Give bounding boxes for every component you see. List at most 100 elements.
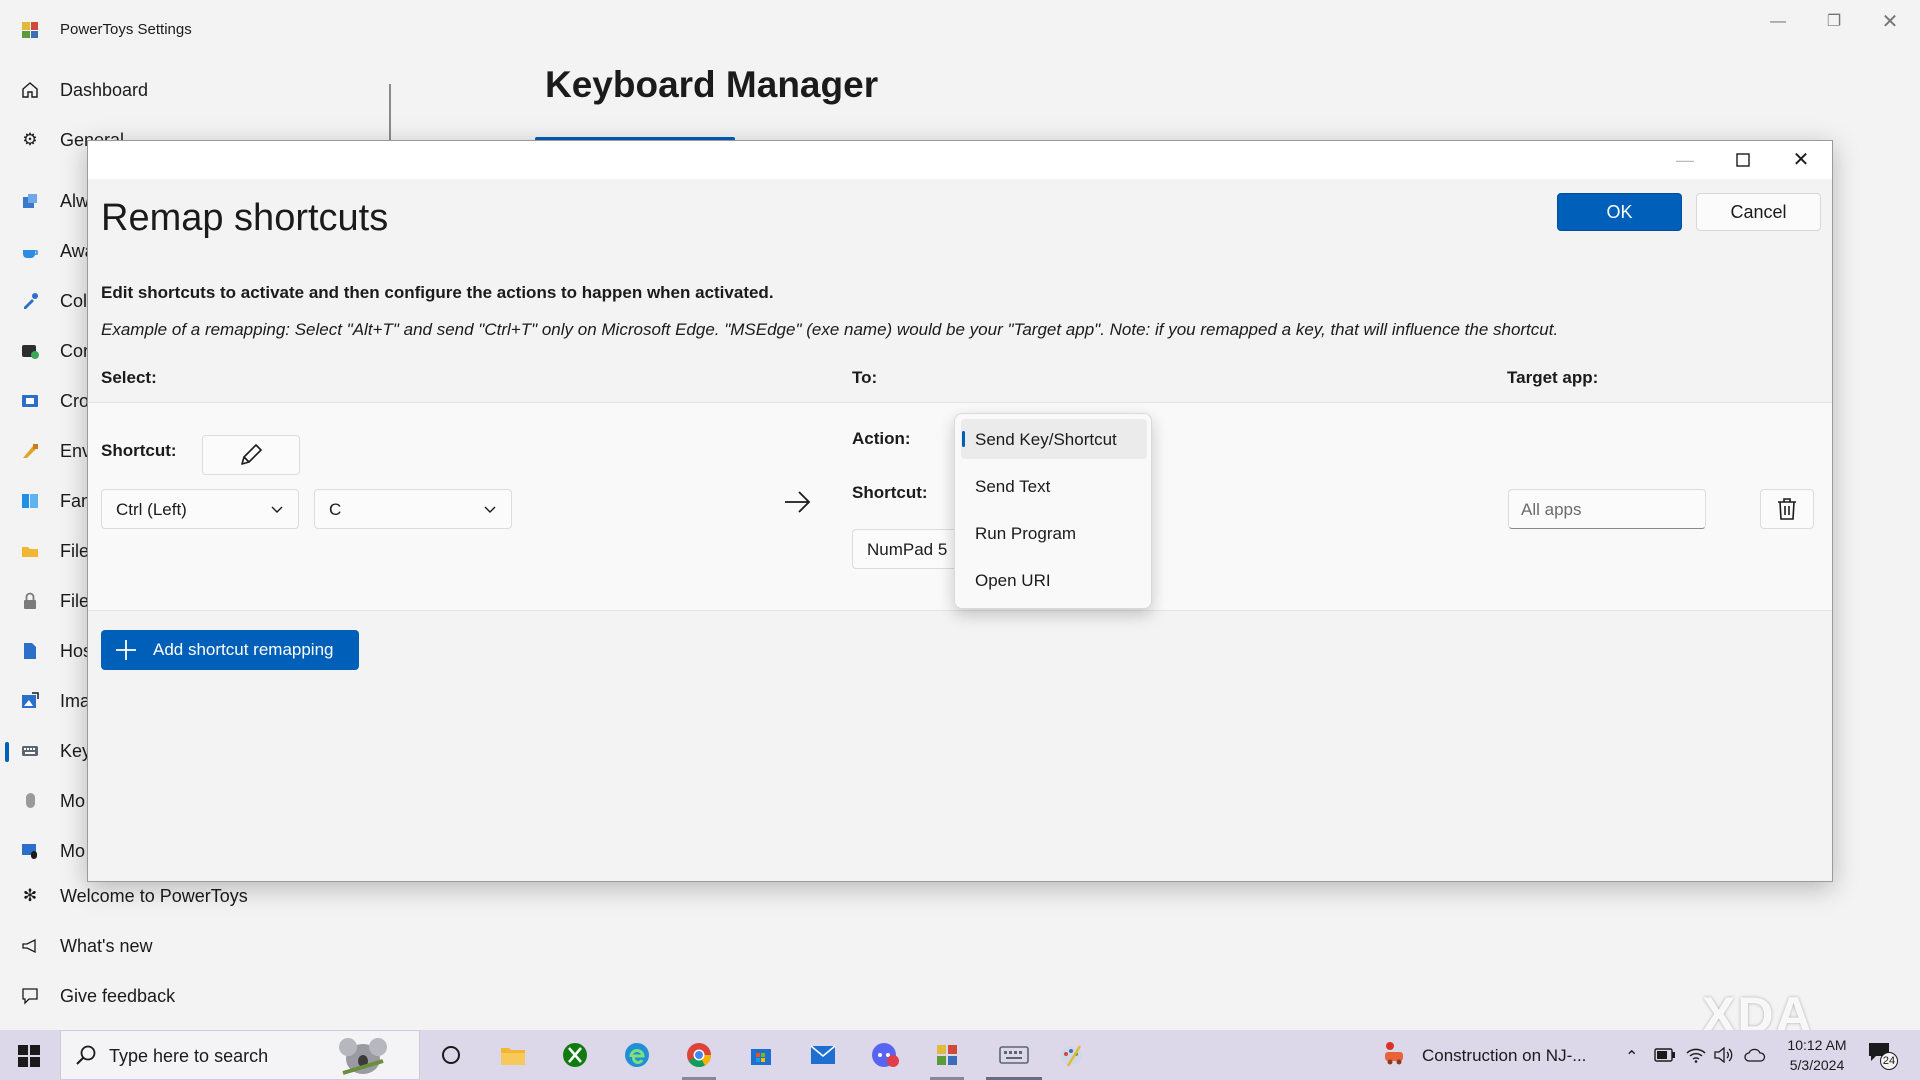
restore-button[interactable]: ❐ <box>1811 6 1857 38</box>
fancyzones-icon <box>20 491 40 511</box>
clock-date: 5/3/2024 <box>1789 1057 1845 1073</box>
mail-icon[interactable] <box>808 1040 838 1070</box>
wifi-icon[interactable] <box>1686 1047 1706 1063</box>
taskbar-search-box[interactable]: Type here to search <box>60 1030 420 1080</box>
sidebar-item-label: File <box>60 590 90 611</box>
sidebar-item-label: Col <box>60 290 88 311</box>
dialog-description: Edit shortcuts to activate and then conf… <box>101 283 774 302</box>
home-icon <box>20 80 40 100</box>
windows-start-icon[interactable] <box>18 1045 40 1067</box>
chevron-down-icon <box>484 506 496 513</box>
sidebar-item-whats-new[interactable]: What's new <box>0 926 380 966</box>
koala-search-highlight-icon <box>339 1038 387 1075</box>
trash-icon <box>1778 498 1796 520</box>
plus-icon <box>116 640 136 660</box>
sidebar-item-welcome[interactable]: ✻ Welcome to PowerToys <box>0 876 380 916</box>
powertoys-logo-icon <box>22 22 38 38</box>
keyboard-manager-taskbar-icon[interactable] <box>994 1040 1034 1070</box>
remap-shortcuts-dialog: — ✕ Remap shortcuts OK Cancel Edit short… <box>87 140 1833 882</box>
powertoys-taskbar-icon[interactable] <box>932 1040 962 1070</box>
modifier-key-value: Ctrl (Left) <box>116 500 187 519</box>
dialog-close-button[interactable]: ✕ <box>1772 141 1830 179</box>
microsoft-store-icon[interactable] <box>746 1040 776 1070</box>
notification-center-button[interactable]: 24 <box>1868 1042 1898 1070</box>
target-app-input[interactable]: All apps <box>1508 489 1706 529</box>
task-view-icon[interactable] <box>436 1040 466 1070</box>
megaphone-icon <box>20 936 40 956</box>
file-explorer-icon[interactable] <box>498 1040 528 1070</box>
image-resizer-icon <box>20 691 40 711</box>
clock[interactable]: 10:12 AM 5/3/2024 <box>1782 1035 1852 1075</box>
dialog-title: Remap shortcuts <box>101 197 389 239</box>
dialog-example: Example of a remapping: Select "Alt+T" a… <box>101 320 1559 339</box>
column-header-select: Select: <box>101 368 157 387</box>
welcome-icon: ✻ <box>22 886 38 905</box>
close-button[interactable]: ✕ <box>1867 6 1913 38</box>
xbox-icon[interactable] <box>560 1040 590 1070</box>
taskbar: Type here to search Construction on NJ-.… <box>0 1030 1920 1080</box>
sidebar-item-label: Dashboard <box>60 79 149 100</box>
dialog-minimize-button[interactable]: — <box>1656 141 1714 179</box>
arrow-right-icon <box>785 491 811 513</box>
clock-time: 10:12 AM <box>1787 1037 1847 1053</box>
sidebar-item-label: Give feedback <box>60 985 176 1006</box>
crop-and-lock-icon <box>20 391 40 411</box>
app-title: PowerToys Settings <box>60 21 192 38</box>
action-option-run-program[interactable]: Run Program <box>961 513 1147 553</box>
sidebar-item-label: File <box>60 540 90 561</box>
column-header-target-app: Target app: <box>1507 368 1599 387</box>
sidebar-item-label: Alw <box>60 190 90 211</box>
sidebar-item-label: Mo <box>60 790 86 811</box>
news-widget-text[interactable]: Construction on NJ-... <box>1422 1046 1586 1066</box>
hosts-file-editor-icon <box>20 641 40 661</box>
search-icon <box>76 1045 96 1065</box>
notification-count-badge: 24 <box>1880 1052 1898 1070</box>
action-option-send-key-shortcut[interactable]: Send Key/Shortcut <box>961 419 1147 459</box>
sidebar-item-give-feedback[interactable]: Give feedback <box>0 976 380 1016</box>
main-titlebar: PowerToys Settings — ❐ ✕ <box>0 0 1920 56</box>
sidebar-selection-indicator <box>5 742 9 762</box>
page-title: Keyboard Manager <box>545 64 879 105</box>
battery-icon[interactable] <box>1654 1048 1676 1062</box>
file-locksmith-icon <box>20 591 40 611</box>
sidebar-item-label: Ima <box>60 690 91 711</box>
ok-button[interactable]: OK <box>1557 193 1682 231</box>
sidebar-divider <box>389 84 391 142</box>
modifier-key-select[interactable]: Ctrl (Left) <box>101 489 299 529</box>
shortcut-label: Shortcut: <box>101 441 177 460</box>
chevron-down-icon <box>271 506 283 513</box>
command-not-found-icon <box>20 341 40 361</box>
action-label: Action: <box>852 429 911 448</box>
delete-row-button[interactable] <box>1760 489 1814 529</box>
show-hidden-icons-chevron-icon[interactable]: ⌃ <box>1625 1047 1638 1067</box>
edge-browser-icon[interactable] <box>622 1040 652 1070</box>
add-shortcut-remapping-button[interactable]: Add shortcut remapping <box>101 630 359 670</box>
edit-shortcut-button[interactable] <box>202 435 300 475</box>
action-option-send-text[interactable]: Send Text <box>961 466 1147 506</box>
gear-icon: ⚙ <box>22 130 38 149</box>
volume-icon[interactable] <box>1714 1047 1734 1063</box>
onedrive-cloud-icon[interactable] <box>1744 1048 1766 1062</box>
paint-icon[interactable] <box>1056 1040 1086 1070</box>
sidebar-item-label: What's new <box>60 935 153 956</box>
target-app-placeholder: All apps <box>1521 500 1582 519</box>
always-on-top-icon <box>20 191 40 211</box>
file-explorer-addons-icon <box>20 541 40 561</box>
pencil-icon <box>241 444 262 465</box>
sidebar-item-label: Cro <box>60 390 90 411</box>
dialog-maximize-button[interactable] <box>1714 141 1772 179</box>
cancel-button[interactable]: Cancel <box>1696 193 1821 231</box>
environment-variables-icon <box>20 441 40 461</box>
action-option-open-uri[interactable]: Open URI <box>961 560 1147 600</box>
key-value: C <box>329 500 342 519</box>
traffic-alert-icon[interactable] <box>1382 1040 1412 1070</box>
key-select[interactable]: C <box>314 489 512 529</box>
sidebar-item-dashboard[interactable]: Dashboard <box>0 70 380 110</box>
minimize-button[interactable]: — <box>1755 6 1801 38</box>
chrome-browser-icon[interactable] <box>684 1040 714 1070</box>
discord-icon[interactable] <box>870 1040 900 1070</box>
mouse-without-borders-icon <box>20 841 40 861</box>
keyboard-icon <box>20 741 40 761</box>
search-placeholder: Type here to search <box>109 1046 269 1066</box>
to-shortcut-label: Shortcut: <box>852 483 928 502</box>
